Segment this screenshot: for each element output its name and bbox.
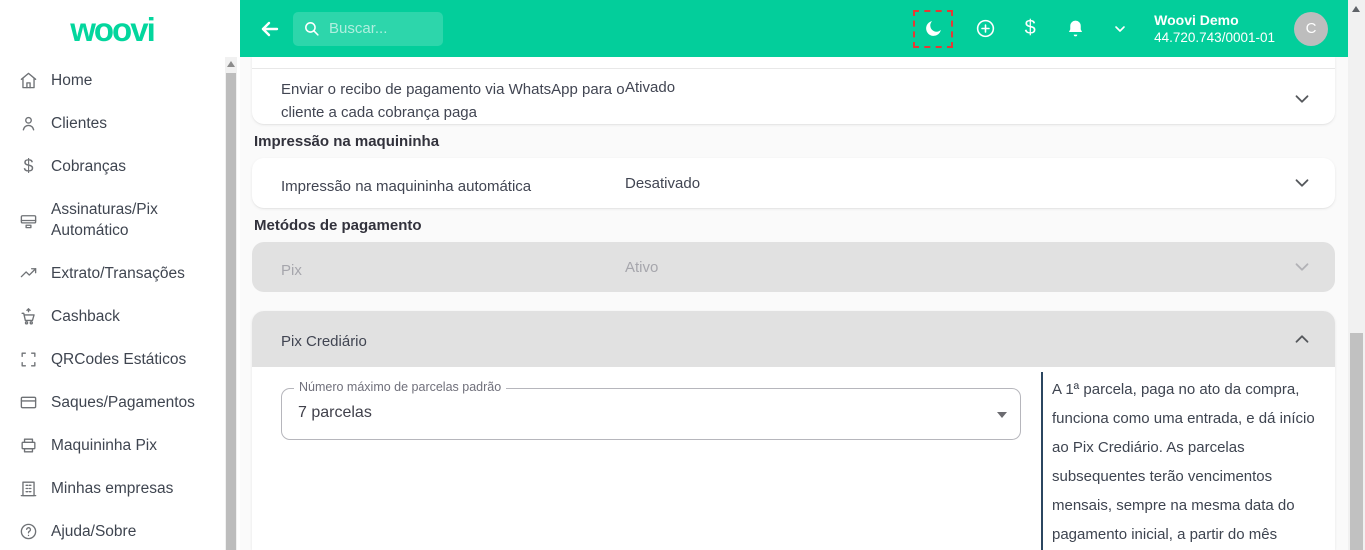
account-id: 44.720.743/0001-01: [1154, 29, 1275, 47]
chevron-down-icon: [1112, 21, 1128, 37]
sidebar-item-home[interactable]: Home: [0, 59, 224, 102]
setting-label: Pix Crediário: [281, 330, 367, 353]
back-button[interactable]: [255, 14, 285, 44]
sidebar-scrollbar-thumb[interactable]: [226, 73, 236, 550]
sidebar-item-label: Ajuda/Sobre: [51, 521, 136, 542]
card-machine-icon: [19, 211, 38, 230]
chevron-down-icon: [1291, 88, 1313, 110]
trending-up-icon: [19, 264, 38, 283]
settings-content: Enviar o recibo de pagamento via WhatsAp…: [240, 57, 1348, 550]
notifications-button[interactable]: [1062, 16, 1088, 42]
credit-card-icon: [19, 393, 38, 412]
sidebar-item-maquininha[interactable]: Maquininha Pix: [0, 424, 224, 467]
sidebar-item-label: Saques/Pagamentos: [51, 392, 195, 413]
pix-crediario-body: Número máximo de parcelas padrão 7 parce…: [252, 367, 1335, 550]
sidebar-item-cashback[interactable]: Cashback: [0, 295, 224, 338]
expand-button[interactable]: [1291, 88, 1313, 110]
qr-brackets-icon: [19, 350, 38, 369]
dark-mode-highlight-box: [913, 10, 953, 48]
cart-up-icon: [19, 307, 38, 326]
setting-label: Enviar o recibo de pagamento via WhatsAp…: [281, 78, 653, 124]
woovi-logo[interactable]: woovi: [0, 8, 224, 52]
sidebar-item-label: QRCodes Estáticos: [51, 349, 186, 370]
sidebar-item-qrcodes[interactable]: QRCodes Estáticos: [0, 338, 224, 381]
crediario-description: A 1ª parcela, paga no ato da compra, fun…: [1041, 372, 1335, 550]
home-icon: [19, 71, 38, 90]
page-scrollbar-thumb[interactable]: [1350, 333, 1363, 550]
search-icon: [303, 20, 320, 37]
topbar-right-cluster: $ Woovi Demo 44.720.743/0001-01 C: [913, 0, 1328, 57]
avatar-letter: C: [1306, 20, 1317, 37]
search-input[interactable]: [329, 20, 429, 37]
user-icon: [19, 114, 38, 133]
chevron-down-icon: [1291, 172, 1313, 194]
moon-icon: [923, 18, 944, 39]
help-circle-icon: [19, 522, 38, 541]
setting-value: Ativado: [625, 79, 675, 96]
dropdown-caret-icon: [997, 412, 1007, 418]
sidebar-item-label: Cobranças: [51, 156, 126, 177]
sidebar-item-label: Home: [51, 70, 92, 91]
section-title: Metódos de pagamento: [254, 217, 422, 234]
scroll-up-arrow-icon[interactable]: [227, 61, 235, 67]
avatar[interactable]: C: [1294, 12, 1328, 46]
setting-label: Pix: [281, 259, 302, 282]
payments-button[interactable]: $: [1017, 16, 1043, 42]
account-name: Woovi Demo: [1154, 11, 1275, 29]
sidebar-item-clientes[interactable]: Clientes: [0, 102, 224, 145]
setting-value: Desativado: [625, 175, 700, 192]
pix-crediario-accordion: Pix Crediário Número máximo de parcelas …: [252, 311, 1335, 550]
sidebar-item-assinaturas[interactable]: Assinaturas/Pix Automático: [0, 188, 224, 252]
bell-icon: [1065, 18, 1086, 39]
printer-icon: [19, 436, 38, 455]
pix-crediario-header[interactable]: Pix Crediário: [252, 311, 1335, 367]
sidebar-item-empresas[interactable]: Minhas empresas: [0, 467, 224, 510]
woovi-settings-screen: woovi Home Clientes $ Cobranças Assinatu…: [0, 0, 1365, 550]
sidebar-scrollbar[interactable]: [225, 57, 237, 550]
sidebar-item-cobrancas[interactable]: $ Cobranças: [0, 145, 224, 188]
section-title: Impressão na maquininha: [254, 133, 439, 150]
page-scrollbar[interactable]: [1348, 0, 1365, 550]
sidebar-item-label: Maquininha Pix: [51, 435, 157, 456]
select-label: Número máximo de parcelas padrão: [294, 380, 506, 394]
auto-print-accordion[interactable]: Impressão na maquininha automática Desat…: [252, 158, 1335, 208]
sidebar-item-label: Clientes: [51, 113, 107, 134]
sidebar-item-label: Extrato/Transações: [51, 263, 185, 284]
sidebar-item-label: Minhas empresas: [51, 478, 173, 499]
arrow-left-icon: [258, 17, 282, 41]
search-box[interactable]: [293, 12, 443, 46]
dollar-icon: $: [19, 156, 38, 177]
sidebar-item-label: Cashback: [51, 306, 120, 327]
setting-label: Impressão na maquininha automática: [281, 175, 531, 198]
expand-button[interactable]: [1291, 172, 1313, 194]
sidebar-item-extrato[interactable]: Extrato/Transações: [0, 252, 224, 295]
collapse-button[interactable]: [1291, 328, 1313, 350]
add-button[interactable]: [972, 16, 998, 42]
chevron-down-icon: [1291, 256, 1313, 278]
account-info[interactable]: Woovi Demo 44.720.743/0001-01: [1154, 11, 1275, 47]
sidebar-item-saques[interactable]: Saques/Pagamentos: [0, 381, 224, 424]
setting-value: Ativo: [625, 259, 658, 276]
dark-mode-button[interactable]: [920, 16, 946, 42]
sidebar-item-ajuda[interactable]: Ajuda/Sobre: [0, 510, 224, 550]
whatsapp-receipt-accordion[interactable]: Enviar o recibo de pagamento via WhatsAp…: [252, 57, 1335, 124]
select-value: 7 parcelas: [298, 404, 372, 422]
sidebar-item-label: Assinaturas/Pix Automático: [51, 199, 216, 241]
topbar: $ Woovi Demo 44.720.743/0001-01 C: [240, 0, 1348, 57]
account-menu-button[interactable]: [1107, 16, 1133, 42]
sidebar-nav: Home Clientes $ Cobranças Assinaturas/Pi…: [0, 59, 224, 550]
sidebar: woovi Home Clientes $ Cobranças Assinatu…: [0, 0, 240, 550]
pix-accordion-disabled: Pix Ativo: [252, 242, 1335, 292]
max-installments-select[interactable]: Número máximo de parcelas padrão 7 parce…: [281, 388, 1021, 440]
dollar-icon: $: [1025, 17, 1036, 40]
chevron-up-icon: [1291, 328, 1313, 350]
scroll-up-arrow-icon[interactable]: [1352, 6, 1360, 12]
plus-circle-icon: [975, 18, 996, 39]
building-icon: [19, 479, 38, 498]
expand-button: [1291, 256, 1313, 278]
